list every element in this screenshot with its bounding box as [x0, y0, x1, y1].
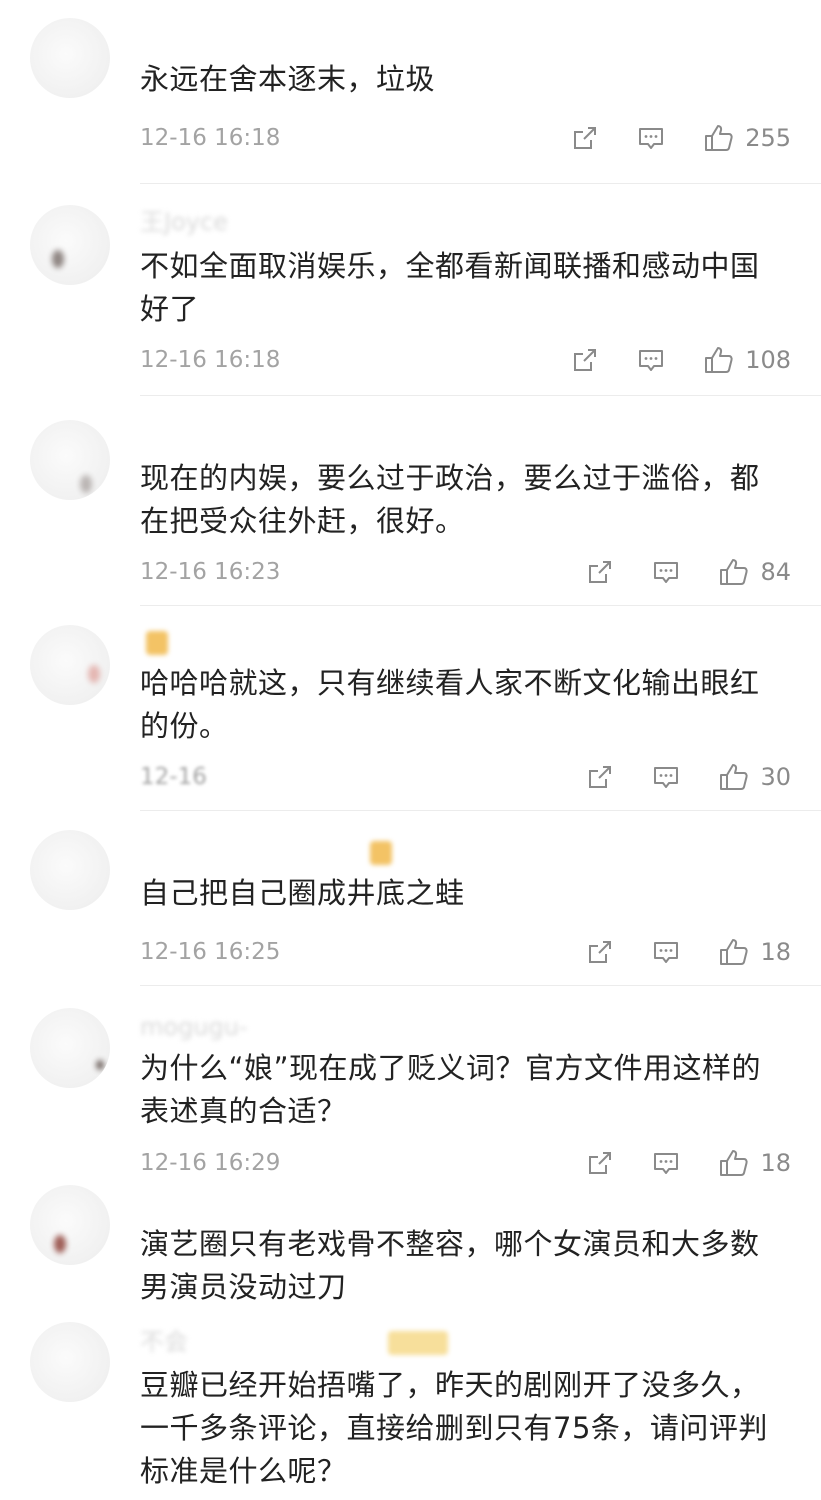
avatar[interactable]	[30, 625, 110, 705]
comment-actions: 84	[586, 552, 791, 592]
like-count: 108	[745, 346, 791, 374]
vip-badge-icon	[388, 1331, 448, 1355]
comment-meta: 12-16 16:18 108	[140, 340, 791, 380]
comment-meta: 12-16 16:18 255	[140, 118, 791, 158]
like-button[interactable]: 108	[703, 340, 791, 380]
avatar[interactable]	[30, 1185, 110, 1265]
comment-text-line: 好了	[140, 292, 200, 326]
comment-text-line: 的份。	[140, 709, 229, 743]
comment-time: 12-16 16:25	[140, 939, 281, 965]
comment-username[interactable]	[140, 838, 392, 866]
comment-text-line: 永远在舍本逐末，垃圾	[140, 62, 436, 96]
comment-text: 永远在舍本逐末，垃圾	[140, 58, 790, 101]
avatar[interactable]	[30, 1322, 110, 1402]
comment-icon[interactable]	[652, 1149, 680, 1177]
comment-meta: 12-16 16:29 18	[140, 1143, 791, 1183]
share-icon[interactable]	[586, 558, 614, 586]
like-button[interactable]: 255	[703, 118, 791, 158]
comment-time: 12-16 16:18	[140, 125, 281, 151]
thumbs-up-icon	[720, 764, 749, 790]
comment-text: 不如全面取消娱乐，全都看新闻联播和感动中国 好了	[140, 245, 790, 331]
comment-icon[interactable]	[652, 558, 680, 586]
comment-text-line: 表述真的合适？	[140, 1094, 347, 1128]
comment-text: 自己把自己圈成井底之蛙	[140, 872, 790, 915]
comment-text-line: 在把受众往外赶，很好。	[140, 504, 465, 538]
comment-username[interactable]: mogugu-	[140, 1013, 248, 1041]
avatar[interactable]	[30, 205, 110, 285]
vip-badge-icon	[146, 631, 168, 655]
comment-text: 哈哈哈就这，只有继续看人家不断文化输出眼红 的份。	[140, 662, 790, 748]
comment-icon[interactable]	[637, 124, 665, 152]
thumbs-up-icon	[705, 347, 733, 373]
like-count: 255	[745, 124, 791, 152]
share-icon[interactable]	[586, 1149, 614, 1177]
thumbs-up-icon	[720, 1150, 749, 1176]
share-icon[interactable]	[571, 346, 599, 374]
like-count: 30	[760, 763, 791, 791]
comment-text-line: 演艺圈只有老戏骨不整容，哪个女演员和大多数	[140, 1227, 760, 1261]
comment-text-line: 标准是什么呢？	[140, 1454, 347, 1488]
comment-actions: 255	[571, 118, 791, 158]
like-count: 84	[760, 558, 791, 586]
divider	[140, 605, 821, 606]
comment-text-line: 自己把自己圈成井底之蛙	[140, 876, 465, 910]
like-count: 18	[760, 938, 791, 966]
comment-text-line: 豆瓣已经开始捂嘴了，昨天的剧刚开了没多久，	[140, 1368, 760, 1402]
comment-actions: 18	[586, 932, 791, 972]
comment-meta: 12-16 30	[140, 757, 791, 797]
like-button[interactable]: 18	[718, 1143, 791, 1183]
comment-username[interactable]	[140, 628, 168, 656]
comment-actions: 30	[586, 757, 791, 797]
comment-text: 豆瓣已经开始捂嘴了，昨天的剧刚开了没多久， 一千多条评论，直接给删到只有75条，…	[140, 1364, 790, 1493]
comment-meta: 12-16 16:25 18	[140, 932, 791, 972]
comment-text: 为什么“娘”现在成了贬义词？官方文件用这样的 表述真的合适？	[140, 1047, 790, 1133]
divider	[140, 183, 821, 184]
share-icon[interactable]	[586, 938, 614, 966]
thumbs-up-icon	[720, 939, 749, 965]
comment-text-line: 为什么“娘”现在成了贬义词？官方文件用这样的	[140, 1051, 762, 1085]
avatar[interactable]	[30, 1008, 110, 1088]
thumbs-up-icon	[705, 125, 733, 151]
comment-text: 演艺圈只有老戏骨不整容，哪个女演员和大多数 男演员没动过刀	[140, 1223, 790, 1309]
divider	[140, 395, 821, 396]
comment-text-line: 不如全面取消娱乐，全都看新闻联播和感动中国	[140, 249, 760, 283]
avatar[interactable]	[30, 830, 110, 910]
share-icon[interactable]	[571, 124, 599, 152]
avatar[interactable]	[30, 420, 110, 500]
share-icon[interactable]	[586, 763, 614, 791]
comment-text-line: 男演员没动过刀	[140, 1270, 347, 1304]
comment-icon[interactable]	[637, 346, 665, 374]
vip-badge-icon	[370, 841, 392, 865]
comment-time: 12-16 16:23	[140, 559, 281, 585]
like-button[interactable]: 18	[718, 932, 791, 972]
comment-actions: 18	[586, 1143, 791, 1183]
comment-time: 12-16 16:29	[140, 1150, 281, 1176]
comment-text: 现在的内娱，要么过于政治，要么过于滥俗，都 在把受众往外赶，很好。	[140, 457, 790, 543]
like-count: 18	[760, 1149, 791, 1177]
comment-meta: 12-16 16:23 84	[140, 552, 791, 592]
comment-actions: 108	[571, 340, 791, 380]
comment-text-line: 哈哈哈就这，只有继续看人家不断文化输出眼红	[140, 666, 760, 700]
like-button[interactable]: 84	[718, 552, 791, 592]
username-text: 不会	[140, 1328, 188, 1356]
comment-text-line: 现在的内娱，要么过于政治，要么过于滥俗，都	[140, 461, 760, 495]
thumbs-up-icon	[720, 559, 749, 585]
comment-time: 12-16 16:18	[140, 347, 281, 373]
avatar[interactable]	[30, 18, 110, 98]
comment-icon[interactable]	[652, 763, 680, 791]
comment-icon[interactable]	[652, 938, 680, 966]
divider	[140, 985, 821, 986]
comment-username[interactable]: 王Joyce	[140, 208, 228, 236]
divider	[140, 810, 821, 811]
comment-time: 12-16	[140, 764, 207, 790]
comment-text-line: 一千多条评论，直接给删到只有75条，请问评判	[140, 1411, 768, 1445]
like-button[interactable]: 30	[718, 757, 791, 797]
comment-username[interactable]: 不会	[140, 1328, 448, 1356]
